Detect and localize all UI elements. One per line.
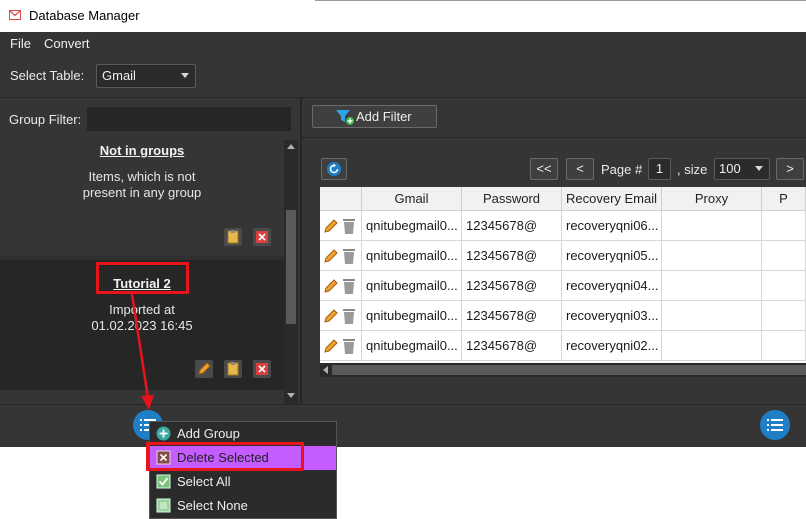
- annotation-arrow: [130, 293, 154, 410]
